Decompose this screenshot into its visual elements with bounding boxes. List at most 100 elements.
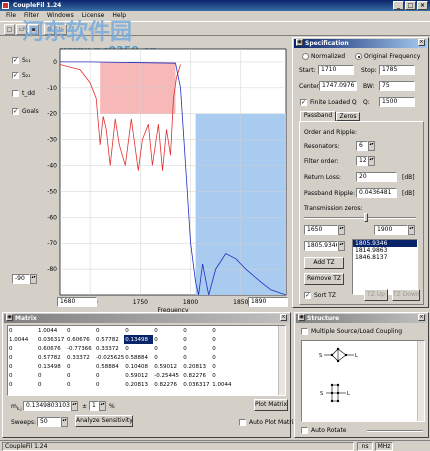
panel-pin-icon[interactable]: ▣ [296, 39, 303, 46]
matrix-cell[interactable]: 0.59012 [153, 362, 182, 371]
matrix-pin-icon[interactable]: ▣ [6, 314, 13, 321]
frequency-plot[interactable]: 0-10-20-30-40-50-60-70-80170017501800185… [30, 37, 292, 313]
matrix-cell[interactable]: 0 [211, 335, 240, 344]
matrix-cell[interactable]: -0.025625 [95, 353, 124, 362]
matrix-cell[interactable]: 0.82276 [153, 380, 182, 389]
tz-max-spinner[interactable]: ▴▾ [408, 225, 415, 235]
m-value-spinner[interactable]: ▴▾ [71, 401, 78, 411]
tab-passband[interactable]: Passband [300, 111, 336, 121]
matrix-cell[interactable]: 0.58884 [124, 353, 153, 362]
matrix-cell[interactable]: 0.59012 [124, 371, 153, 380]
structure-pin-icon[interactable]: ▣ [298, 314, 305, 321]
xmin-field[interactable]: 1680 [57, 297, 97, 307]
matrix-cell[interactable]: 0.57782 [37, 353, 66, 362]
matrix-cell[interactable]: 0.57782 [95, 335, 124, 344]
matrix-cell[interactable]: 0 [95, 371, 124, 380]
tz-list[interactable]: 1805.9346 1814.9863 1846.8137 [352, 239, 418, 295]
matrix-cell[interactable]: 0.036317 [182, 380, 211, 389]
menu-file[interactable]: File [6, 11, 16, 21]
matrix-cell[interactable]: 0 [182, 344, 211, 353]
step-field[interactable]: 1 [89, 401, 99, 411]
tz-slider-thumb[interactable] [364, 213, 368, 222]
tz-input-field[interactable]: 1805.9346 [304, 241, 338, 251]
matrix-cell[interactable]: 0 [8, 326, 37, 335]
structure-scrollbar[interactable] [417, 341, 424, 421]
matrix-cell[interactable]: 0.13498 [124, 335, 154, 344]
matrix-cell[interactable]: 0 [37, 380, 66, 389]
matrix-cell[interactable]: 0 [66, 380, 95, 389]
matrix-cell[interactable]: 0 [124, 326, 153, 335]
matrix-cell[interactable]: 0.33372 [95, 344, 124, 353]
matrix-cell[interactable]: 0.33372 [66, 353, 95, 362]
matrix-cell[interactable]: 0 [124, 344, 153, 353]
matrix-cell[interactable]: 0.13498 [37, 362, 66, 371]
finite-q-checkbox[interactable]: ✓ [300, 99, 307, 106]
s21-checkbox[interactable]: ✓ [12, 72, 19, 79]
tz-up-button[interactable]: TZ Up [364, 289, 388, 301]
sweeps-spinner[interactable]: ▴▾ [61, 417, 68, 427]
resonators-field[interactable]: 6 [356, 141, 368, 151]
tab-zeros[interactable]: Zeros [336, 112, 360, 121]
ymin-field[interactable]: -90 [12, 274, 30, 284]
matrix-cell[interactable]: 0 [66, 362, 95, 371]
tz-list-item[interactable]: 1814.9863 [353, 247, 417, 254]
minimize-button[interactable]: _ [393, 1, 404, 10]
panel-close-icon[interactable]: × [418, 39, 425, 46]
start-field[interactable]: 1710 [318, 65, 354, 75]
analyze-sensitivity-button[interactable]: Analyze Sensitivity [75, 415, 133, 427]
matrix-scrollbar[interactable] [278, 326, 285, 395]
q-field[interactable]: 1500 [379, 97, 415, 107]
rotate-slider[interactable] [367, 430, 423, 432]
m-value-field[interactable]: 0.1349803103 [23, 401, 71, 411]
matrix-cell[interactable]: 0 [153, 326, 182, 335]
structure-view[interactable]: S L S L [301, 340, 425, 422]
matrix-cell[interactable]: 0.20813 [124, 380, 153, 389]
goals-checkbox[interactable]: ✓ [12, 108, 19, 115]
matrix-cell[interactable]: 0.58884 [95, 362, 124, 371]
original-frequency-radio[interactable] [355, 53, 362, 60]
xmax-field[interactable]: 1890 [248, 297, 288, 307]
matrix-cell[interactable]: 0 [8, 380, 37, 389]
close-button[interactable]: × [417, 1, 428, 10]
matrix-cell[interactable]: 0 [66, 371, 95, 380]
matrix-cell[interactable]: 0 [8, 344, 37, 353]
matrix-cell[interactable]: 0 [37, 371, 66, 380]
matrix-cell[interactable]: 0 [153, 353, 182, 362]
matrix-cell[interactable]: 0 [211, 344, 240, 353]
matrix-cell[interactable]: -0.77366 [66, 344, 95, 353]
auto-rotate-checkbox[interactable] [301, 427, 308, 434]
maximize-button[interactable]: □ [405, 1, 416, 10]
sort-tz-checkbox[interactable]: ✓ [304, 292, 311, 299]
auto-plot-checkbox[interactable] [239, 419, 246, 426]
matrix-cell[interactable]: 0.10408 [124, 362, 153, 371]
matrix-cell[interactable]: 0 [95, 326, 124, 335]
matrix-cell[interactable]: 0.60676 [37, 344, 66, 353]
step-spinner[interactable]: ▴▾ [99, 401, 106, 411]
normalized-radio[interactable] [302, 53, 309, 60]
coupling-matrix-table[interactable]: 0 1.0044 0 0 0 0 0 0 1.0044 0.036317 0.60676 0.5778… [7, 325, 286, 396]
bw-field[interactable]: 75 [379, 81, 415, 91]
matrix-cell[interactable]: 0 [153, 335, 182, 344]
matrix-cell[interactable]: 0 [182, 326, 211, 335]
plot-matrix-button[interactable]: Plot Matrix [254, 399, 288, 411]
tz-min-field[interactable]: 1650 [304, 225, 338, 235]
matrix-cell[interactable]: 0 [8, 362, 37, 371]
filter-order-spinner[interactable]: ▴▾ [368, 156, 375, 166]
add-tz-button[interactable]: Add TZ [304, 257, 344, 269]
tz-list-item[interactable]: 1846.8137 [353, 254, 417, 261]
matrix-cell[interactable]: -0.25445 [153, 371, 182, 380]
remove-tz-button[interactable]: Remove TZ [304, 273, 344, 285]
matrix-cell[interactable]: 1.0044 [37, 326, 66, 335]
tz-input-spinner[interactable]: ▴▾ [338, 241, 345, 251]
matrix-cell[interactable]: 0.036317 [37, 335, 66, 344]
matrix-cell[interactable]: 0 [211, 353, 240, 362]
matrix-cell[interactable]: 0.60676 [66, 335, 95, 344]
tz-down-button[interactable]: TZ Down [392, 289, 420, 301]
tz-max-field[interactable]: 1900 [374, 225, 408, 235]
matrix-close-icon[interactable]: × [280, 314, 287, 321]
return-loss-field[interactable]: 20 [356, 172, 397, 182]
matrix-cell[interactable]: 0 [8, 353, 37, 362]
passband-ripple-field[interactable]: 0.0436481 [356, 188, 397, 198]
new-file-icon[interactable]: □ [4, 24, 15, 35]
stop-field[interactable]: 1785 [379, 65, 415, 75]
